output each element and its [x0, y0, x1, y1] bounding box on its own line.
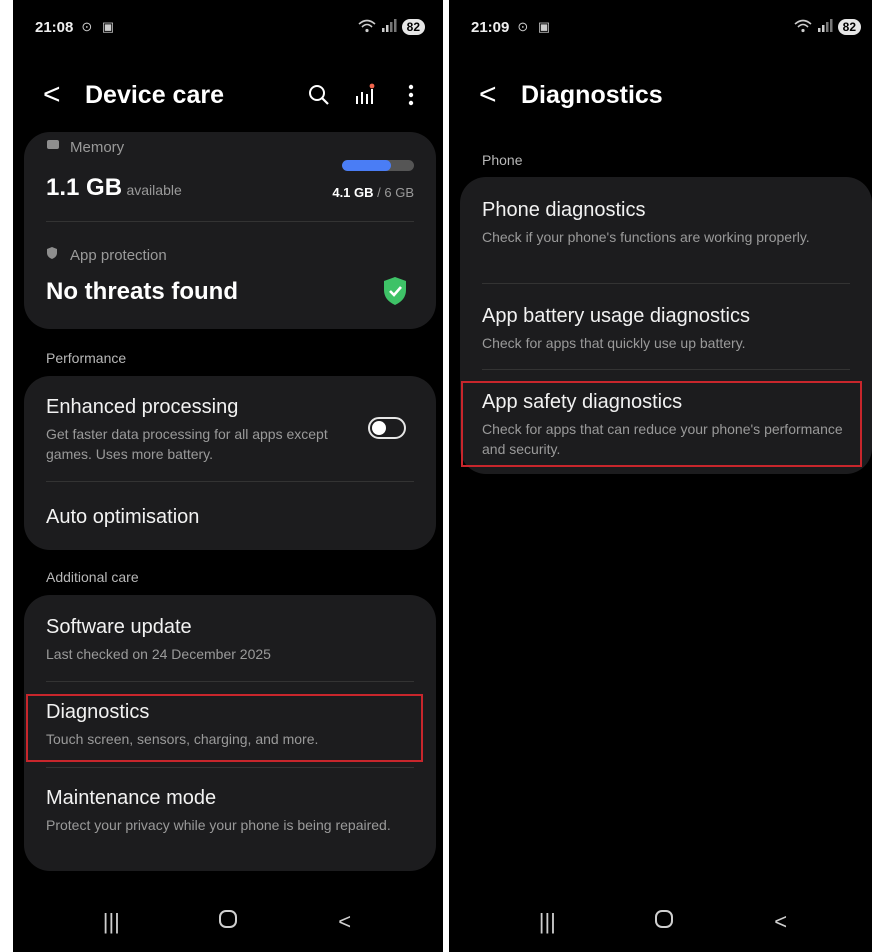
back-button[interactable]: < [43, 80, 73, 110]
status-time: 21:09 [471, 18, 510, 36]
section-performance: Performance [46, 350, 127, 366]
status-notification-icons: ⊙ ▣ [517, 19, 554, 34]
page-title: Device care [85, 80, 225, 109]
shield-icon [382, 276, 408, 311]
section-phone: Phone [482, 152, 523, 168]
app-battery-diagnostics-item[interactable]: App battery usage diagnostics Check for … [482, 305, 850, 353]
app-bar: < Device care [43, 72, 423, 118]
status-bar: 21:09 ⊙ ▣ 82 [471, 14, 861, 40]
status-right-icons: 82 [358, 18, 425, 36]
navigation-bar: ||| < [449, 892, 872, 952]
status-time: 21:08 [35, 18, 74, 36]
phone-diagnostics-item[interactable]: Phone diagnostics Check if your phone's … [482, 199, 850, 247]
nav-back-button[interactable]: < [325, 909, 365, 935]
diagnostics-screen: 21:09 ⊙ ▣ 82 < Diagnostics Phone Phone d… [449, 0, 872, 952]
memory-total: / 6 GB [373, 185, 414, 200]
recents-button[interactable]: ||| [91, 909, 131, 935]
software-update-item[interactable]: Software update Last checked on 24 Decem… [46, 616, 414, 664]
divider [482, 283, 850, 284]
memory-used: 4.1 GB [332, 185, 374, 200]
item-title: Maintenance mode [46, 787, 217, 809]
divider [482, 369, 850, 370]
diagnostics-highlight [26, 694, 423, 762]
status-right-icons: 82 [794, 18, 861, 36]
app-safety-highlight [461, 381, 862, 467]
item-subtitle: Protect your privacy while your phone is… [46, 817, 391, 833]
item-title: Auto optimisation [46, 506, 200, 528]
section-additional-care: Additional care [46, 569, 139, 585]
stats-icon[interactable] [353, 83, 377, 107]
maintenance-mode-item[interactable]: Maintenance mode Protect your privacy wh… [46, 787, 414, 835]
auto-optimisation-item[interactable]: Auto optimisation [46, 506, 414, 529]
divider [46, 767, 414, 768]
recents-button[interactable]: ||| [527, 909, 567, 935]
performance-card: Enhanced processing Get faster data proc… [24, 376, 436, 550]
signal-icon [381, 18, 397, 36]
toggle-knob [372, 421, 386, 435]
device-care-screen: 21:08 ⊙ ▣ 82 < Device care Memory 1.1 GB… [13, 0, 443, 952]
wifi-icon [358, 19, 376, 36]
home-button[interactable] [208, 909, 248, 935]
enhanced-processing-toggle[interactable] [368, 417, 406, 439]
item-title: Enhanced processing [46, 396, 239, 418]
status-notification-icons: ⊙ ▣ [81, 19, 118, 34]
item-subtitle: Get faster data processing for all apps … [46, 426, 328, 462]
status-card: Memory 1.1 GB available 4.1 GB / 6 GB Ap… [24, 132, 436, 329]
navigation-bar: ||| < [13, 892, 443, 952]
memory-icon [46, 138, 60, 156]
protection-status[interactable]: No threats found [46, 278, 238, 306]
memory-value-group: 1.1 GB available [46, 174, 182, 202]
memory-usage-bar [342, 160, 414, 171]
signal-icon [817, 18, 833, 36]
item-subtitle: Check for apps that quickly use up batte… [482, 335, 746, 351]
battery-indicator: 82 [837, 19, 861, 35]
protection-header: App protection [46, 246, 167, 265]
memory-header: Memory [46, 138, 124, 156]
status-bar: 21:08 ⊙ ▣ 82 [35, 14, 425, 40]
memory-available-value: 1.1 GB [46, 174, 123, 201]
memory-usage-fill [342, 160, 391, 171]
more-icon[interactable] [399, 83, 423, 107]
memory-label: Memory [70, 138, 125, 156]
item-subtitle: Check if your phone's functions are work… [482, 229, 810, 245]
page-title: Diagnostics [521, 80, 663, 109]
enhanced-processing-item[interactable]: Enhanced processing Get faster data proc… [46, 396, 346, 464]
item-title: Phone diagnostics [482, 199, 646, 221]
divider [46, 481, 414, 482]
shield-small-icon [46, 246, 58, 265]
memory-available-suffix: available [126, 182, 182, 198]
back-button[interactable]: < [479, 80, 509, 110]
protection-label: App protection [70, 247, 167, 264]
wifi-icon [794, 19, 812, 36]
item-title: Software update [46, 616, 192, 638]
search-icon[interactable] [307, 83, 331, 107]
battery-indicator: 82 [401, 19, 425, 35]
item-title: App battery usage diagnostics [482, 305, 750, 327]
nav-back-button[interactable]: < [761, 909, 801, 935]
item-subtitle: Last checked on 24 December 2025 [46, 646, 271, 662]
divider [46, 681, 414, 682]
memory-usage-text: 4.1 GB / 6 GB [332, 185, 414, 200]
app-bar: < Diagnostics [479, 72, 859, 118]
home-button[interactable] [644, 909, 684, 935]
divider [46, 221, 414, 222]
